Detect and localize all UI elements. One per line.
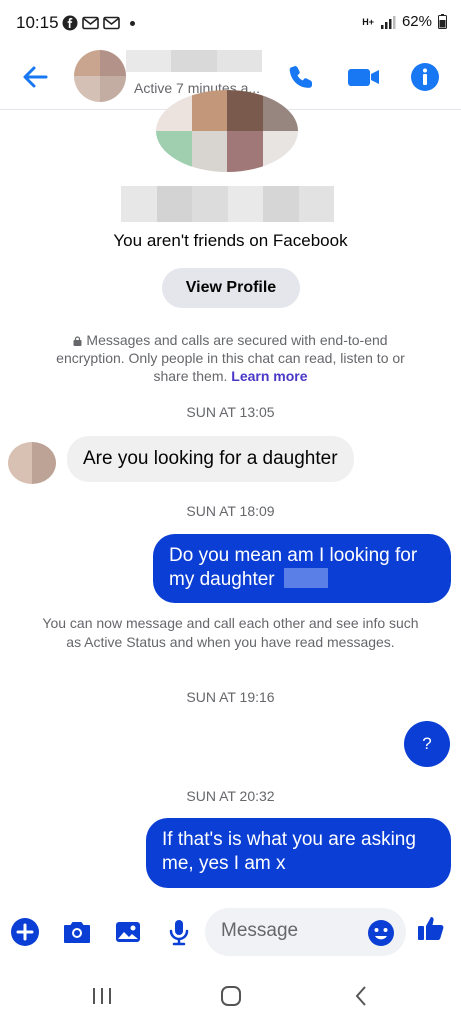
home-button[interactable]: [211, 978, 251, 1014]
timestamp: SUN AT 18:09: [186, 503, 275, 519]
recent-apps-icon: [93, 988, 111, 1004]
more-notifications-dot: [130, 20, 135, 26]
contact-avatar[interactable]: [74, 50, 126, 102]
network-type: H+: [362, 16, 374, 27]
camera-icon[interactable]: [61, 916, 93, 948]
battery-icon: [438, 14, 447, 29]
gmail-notification-icon: [82, 16, 99, 30]
facebook-notification-icon: [62, 15, 78, 31]
timestamp: SUN AT 13:05: [186, 404, 275, 420]
microphone-icon[interactable]: [163, 916, 195, 948]
notification-icons: [62, 15, 135, 31]
message-incoming[interactable]: Are you looking for a daughter: [67, 436, 354, 482]
contact-name-redacted[interactable]: [126, 50, 262, 72]
sender-avatar[interactable]: [8, 442, 56, 484]
profile-photo[interactable]: [156, 90, 298, 172]
not-friends-text: You aren't friends on Facebook: [113, 231, 348, 250]
message-outgoing[interactable]: If that's is what you are asking me, yes…: [146, 818, 451, 888]
encryption-notice: Messages and calls are secured with end-…: [40, 331, 421, 385]
status-time: 10:15: [16, 13, 59, 32]
back-arrow-icon[interactable]: [20, 62, 50, 92]
message-outgoing[interactable]: ?: [404, 721, 450, 767]
system-navigation-bar: [0, 964, 461, 1024]
status-bar: 10:15 H+ 62%: [0, 0, 461, 44]
video-camera-icon[interactable]: [347, 62, 381, 92]
thumbs-up-icon[interactable]: [415, 912, 447, 944]
emoji-icon[interactable]: [366, 918, 396, 948]
profile-name-redacted: [121, 186, 334, 222]
timestamp: SUN AT 20:32: [186, 788, 275, 804]
lock-icon: [73, 336, 82, 346]
battery-percent: 62%: [401, 13, 432, 30]
view-profile-button[interactable]: View Profile: [162, 268, 300, 308]
back-chevron-icon: [355, 986, 366, 1006]
learn-more-link[interactable]: Learn more: [231, 368, 307, 384]
connection-info: You can now message and call each other …: [42, 615, 419, 650]
redacted-name: [283, 568, 328, 588]
gmail-notification-icon-2: [103, 16, 120, 30]
timestamp: SUN AT 19:16: [186, 689, 275, 705]
back-button[interactable]: [341, 978, 381, 1014]
gallery-icon[interactable]: [112, 916, 144, 948]
plus-icon[interactable]: [10, 917, 40, 947]
phone-icon[interactable]: [287, 62, 317, 92]
info-icon[interactable]: [410, 62, 440, 92]
message-placeholder: Message: [221, 920, 299, 941]
recent-apps-button[interactable]: [82, 978, 122, 1014]
signal-icon: [380, 15, 396, 29]
message-outgoing[interactable]: Do you mean am I looking for my daughter: [153, 534, 451, 603]
home-icon: [221, 986, 241, 1006]
status-indicators: H+ 62%: [362, 13, 447, 30]
message-composer: Message: [0, 904, 461, 960]
